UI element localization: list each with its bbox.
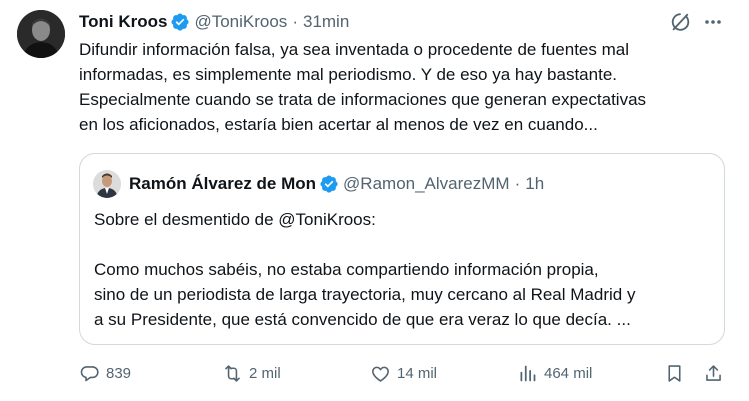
- reply-count: 839: [106, 364, 132, 382]
- more-icon[interactable]: [703, 12, 723, 32]
- tweet-timestamp[interactable]: 31min: [303, 12, 349, 32]
- repost-button[interactable]: 2 mil: [222, 360, 281, 386]
- grok-icon[interactable]: [669, 11, 691, 33]
- repost-count: 2 mil: [249, 364, 281, 382]
- reply-button[interactable]: 839: [79, 360, 131, 386]
- tweet-text: Difundir información falsa, ya sea inven…: [79, 40, 647, 134]
- quote-author-avatar-image: [93, 170, 121, 198]
- bookmark-button[interactable]: [664, 360, 685, 386]
- verified-badge-icon: [170, 12, 190, 32]
- views-button[interactable]: 464 mil: [517, 360, 592, 386]
- heart-icon: [372, 366, 389, 382]
- views-icon: [520, 365, 536, 381]
- quote-text: Sobre el desmentido de @ToniKroos: Como …: [94, 210, 636, 329]
- quote-tweet-card[interactable]: Ramón Álvarez de Mon @Ramon_AlvarezMM · …: [79, 153, 725, 345]
- quote-timestamp[interactable]: 1h: [525, 174, 544, 194]
- bookmark-icon: [668, 364, 681, 382]
- share-icon: [706, 364, 721, 381]
- separator-dot: ·: [292, 12, 298, 31]
- verified-badge-icon: [319, 174, 339, 194]
- author-avatar[interactable]: [17, 10, 65, 58]
- quote-author-name[interactable]: Ramón Álvarez de Mon: [129, 174, 316, 194]
- separator-dot: ·: [514, 174, 521, 193]
- quote-header: Ramón Álvarez de Mon @Ramon_AlvarezMM · …: [129, 172, 544, 196]
- like-count: 14 mil: [397, 364, 438, 382]
- quote-author-handle[interactable]: @Ramon_AlvarezMM: [343, 174, 510, 194]
- author-avatar-image: [17, 10, 65, 58]
- action-bar: 839 2 mil 14 mil 464 mil: [0, 360, 749, 386]
- like-button[interactable]: 14 mil: [370, 360, 437, 386]
- tweet-header: Toni Kroos @ToniKroos · 31min: [79, 10, 349, 34]
- repost-icon: [225, 364, 240, 382]
- reply-icon: [80, 365, 99, 381]
- quote-author-avatar[interactable]: [93, 170, 121, 198]
- share-button[interactable]: [703, 360, 724, 386]
- author-name[interactable]: Toni Kroos: [79, 12, 167, 32]
- views-count: 464 mil: [544, 364, 593, 382]
- author-handle[interactable]: @ToniKroos: [194, 12, 287, 32]
